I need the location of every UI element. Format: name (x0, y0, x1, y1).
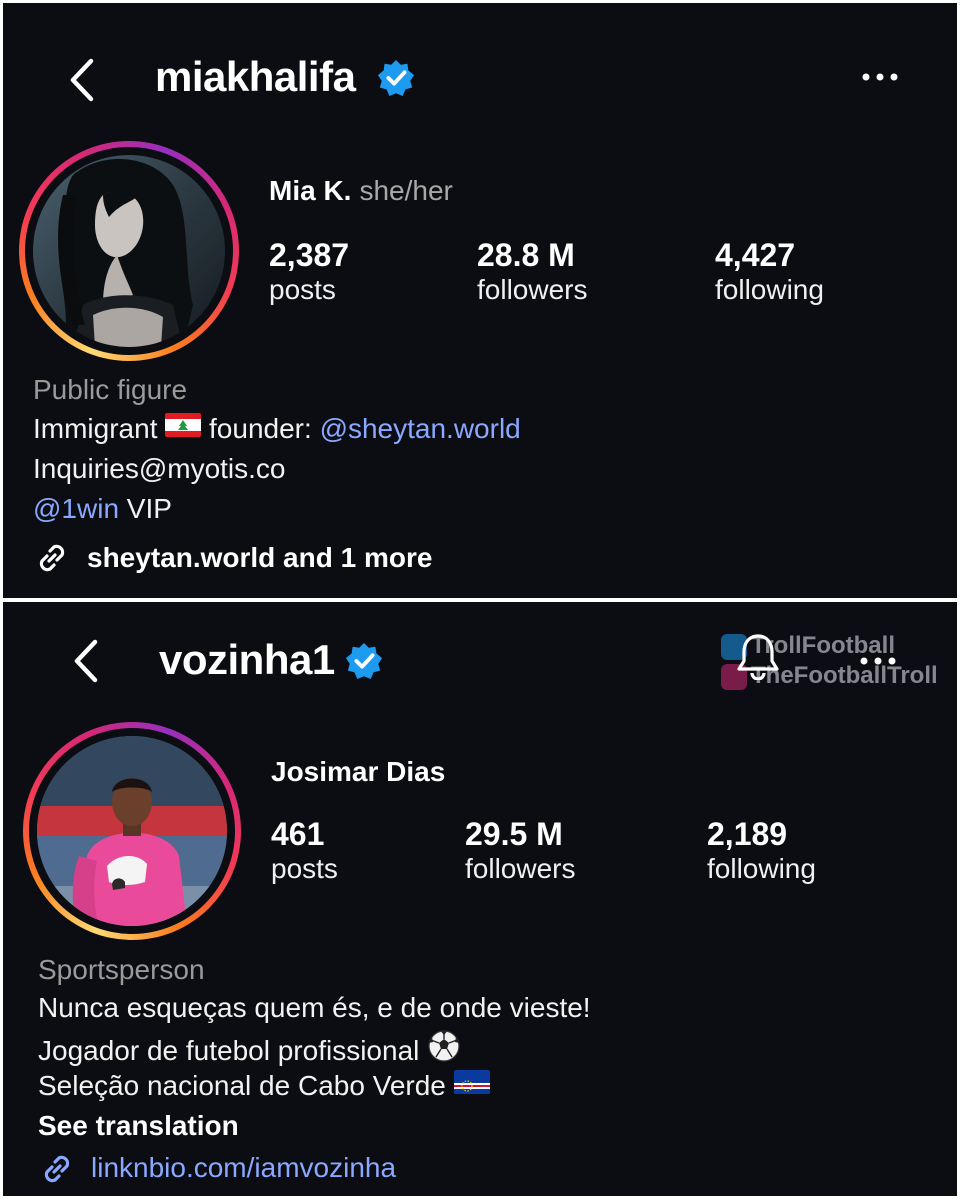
profile-panel-vozinha1: vozinha1 TrollFootball TheFootballTroll (3, 602, 957, 1196)
profile-category: Sportsperson (38, 954, 205, 985)
profile-link[interactable]: linknbio.com/iamvozinha (91, 1152, 396, 1184)
display-name: Josimar Dias (271, 756, 446, 787)
stat-following-label: following (715, 274, 824, 305)
bio-line-1: Immigrant founder: @sheytan.world (33, 412, 521, 447)
bio-line-3: @1win VIP (33, 493, 172, 525)
stat-posts-value: 461 (271, 816, 325, 852)
profile-category: Public figure (33, 374, 188, 405)
bio-text: Seleção nacional de Cabo Verde (38, 1070, 446, 1101)
verified-badge-icon (377, 59, 415, 97)
stat-followers-label: followers (465, 853, 576, 884)
back-chevron-icon (67, 636, 107, 686)
more-options-icon (858, 654, 898, 668)
story-ring[interactable] (19, 141, 239, 361)
display-name: Mia K. she/her (269, 175, 453, 207)
back-button[interactable] (67, 636, 107, 686)
lebanon-flag-icon (165, 412, 202, 444)
story-ring[interactable] (23, 722, 241, 940)
verified-badge-icon (345, 642, 383, 680)
stat-posts-label: posts (269, 274, 336, 305)
cape-verde-flag-icon (453, 1069, 490, 1101)
more-options-button[interactable] (860, 70, 900, 84)
bio-text: VIP (126, 493, 172, 524)
notification-bell-icon[interactable] (735, 632, 781, 681)
bio-line-1: Nunca esqueças quem és, e de onde vieste… (38, 992, 591, 1023)
stat-following[interactable]: 4,427 following (715, 237, 824, 306)
bio-text: Immigrant (33, 413, 158, 444)
stat-followers[interactable]: 29.5 M followers (465, 816, 575, 885)
stat-following-value: 4,427 (715, 237, 796, 273)
stat-posts-label: posts (271, 853, 338, 884)
see-translation-button[interactable]: See translation (38, 1110, 239, 1142)
profile-link[interactable]: sheytan.world and 1 more (87, 542, 432, 574)
soccer-ball-icon (427, 1029, 461, 1070)
profile-panel-miakhalifa: miakhalifa Mia K. she/her 2,387 posts 28… (3, 3, 957, 598)
more-options-button[interactable] (858, 654, 898, 668)
more-options-icon (860, 70, 900, 84)
mention-link[interactable]: @1win (33, 493, 119, 524)
bio-line-2: Inquiries@myotis.co (33, 453, 286, 484)
profile-username: miakhalifa (155, 53, 356, 100)
bio-line-3: Seleção nacional de Cabo Verde (38, 1069, 490, 1104)
back-chevron-icon (63, 55, 103, 105)
stat-followers[interactable]: 28.8 M followers (477, 237, 587, 306)
display-name-text: Mia K. (269, 175, 352, 206)
stat-followers-value: 29.5 M (465, 816, 563, 852)
stat-following-value: 2,189 (707, 816, 788, 852)
stat-posts[interactable]: 461 posts (271, 816, 338, 885)
link-icon (33, 539, 71, 577)
avatar (33, 155, 225, 347)
stat-posts[interactable]: 2,387 posts (269, 237, 349, 306)
avatar (37, 736, 227, 926)
stat-followers-label: followers (477, 274, 588, 305)
stat-followers-value: 28.8 M (477, 237, 575, 273)
stat-following-label: following (707, 853, 816, 884)
bio-text: founder: (209, 413, 312, 444)
stat-posts-value: 2,387 (269, 237, 350, 273)
bio-text: Jogador de futebol profissional (38, 1034, 420, 1066)
stat-following[interactable]: 2,189 following (707, 816, 816, 885)
pronouns: she/her (359, 175, 453, 206)
profile-username: vozinha1 (159, 636, 335, 683)
back-button[interactable] (63, 55, 103, 105)
link-icon (38, 1150, 76, 1188)
bio-line-2: Jogador de futebol profissional (38, 1029, 461, 1073)
mention-link[interactable]: @sheytan.world (320, 413, 521, 444)
